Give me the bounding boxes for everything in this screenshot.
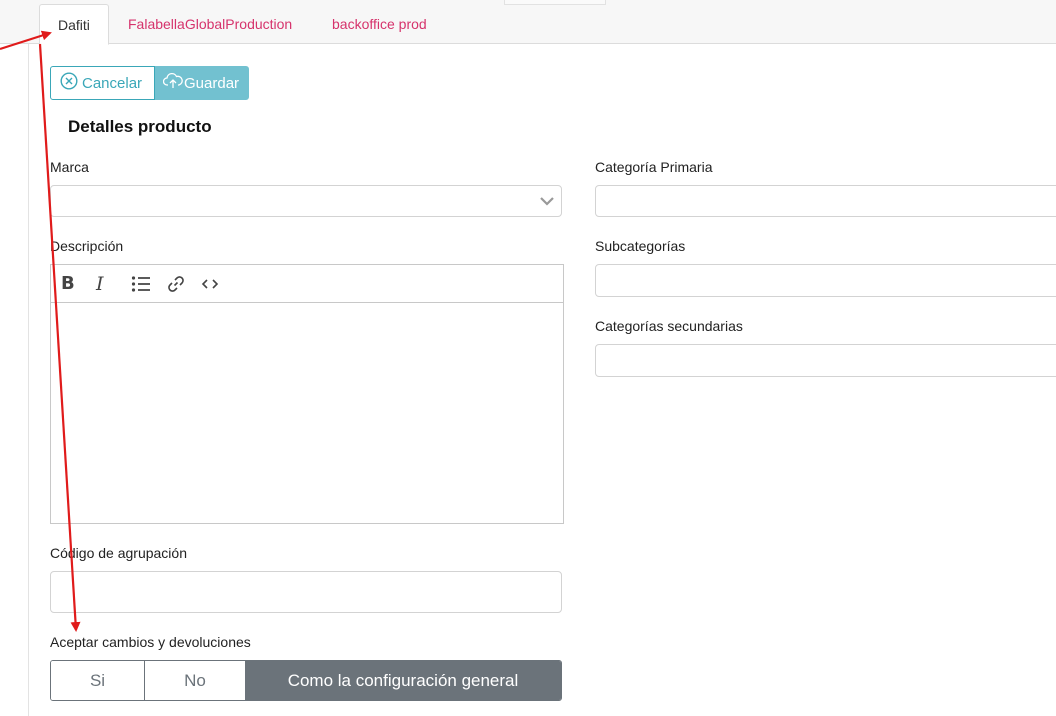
categoria-primaria-input[interactable]	[595, 185, 1056, 217]
categoria-primaria-label: Categoría Primaria	[595, 159, 713, 175]
tab-dafiti[interactable]: Dafiti	[39, 4, 109, 45]
categorias-secundarias-label: Categorías secundarias	[595, 318, 743, 334]
code-icon[interactable]	[201, 272, 236, 296]
top-divider-stub	[504, 0, 606, 5]
left-divider	[28, 44, 29, 716]
option-general-config-button[interactable]: Como la configuración general	[245, 661, 561, 700]
descripcion-label: Descripción	[50, 238, 124, 254]
categorias-secundarias-input[interactable]	[595, 344, 1056, 377]
italic-icon[interactable]: I	[96, 272, 131, 296]
subcategorias-input[interactable]	[595, 264, 1056, 297]
cloud-upload-icon	[162, 72, 183, 94]
chevron-down-icon	[539, 194, 555, 213]
descripcion-editor: B I	[50, 264, 564, 524]
editor-toolbar: B I	[51, 265, 563, 303]
save-button-label: Guardar	[184, 74, 240, 92]
action-button-group: Cancelar Guardar	[50, 66, 249, 100]
marca-label: Marca	[50, 159, 89, 175]
close-circle-icon	[60, 72, 78, 94]
codigo-agrupacion-label: Código de agrupación	[50, 545, 187, 561]
bulleted-list-icon[interactable]	[131, 272, 166, 296]
aceptar-cambios-toggle-group: Si No Como la configuración general	[50, 660, 562, 701]
codigo-agrupacion-input[interactable]	[50, 571, 562, 613]
cancel-button[interactable]: Cancelar	[50, 66, 155, 100]
cancel-button-label: Cancelar	[82, 74, 143, 92]
editor-content-area[interactable]	[51, 303, 563, 523]
option-no-button[interactable]: No	[145, 661, 245, 700]
option-si-button[interactable]: Si	[51, 661, 145, 700]
aceptar-cambios-label: Aceptar cambios y devoluciones	[50, 634, 251, 650]
tab-falabella-global-production[interactable]: FalabellaGlobalProduction	[110, 4, 310, 45]
section-title: Detalles producto	[68, 117, 212, 136]
tab-bar: Dafiti FalabellaGlobalProduction backoff…	[0, 0, 1056, 45]
bold-icon[interactable]: B	[61, 272, 96, 296]
marca-select[interactable]	[50, 185, 562, 217]
save-button[interactable]: Guardar	[155, 66, 249, 100]
link-icon[interactable]	[166, 272, 201, 296]
tab-backoffice-prod[interactable]: backoffice prod	[314, 4, 445, 45]
subcategorias-label: Subcategorías	[595, 238, 686, 254]
